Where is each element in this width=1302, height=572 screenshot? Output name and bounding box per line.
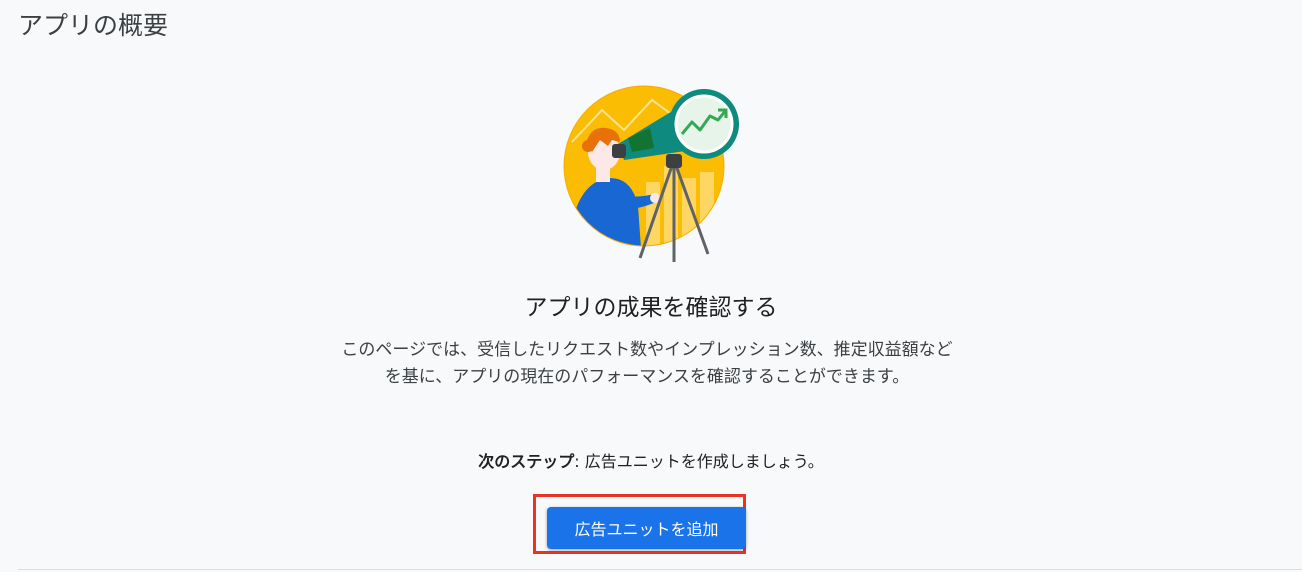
next-step-label: 次のステップ (478, 452, 575, 471)
empty-state-heading: アプリの成果を確認する (524, 295, 778, 321)
app-overview-page: アプリの概要 アプリの成果を確認する このページでは、受信したリクエスト数やイン… (0, 0, 1302, 572)
bottom-divider (18, 569, 1302, 570)
telescope-person-illustration (563, 85, 739, 262)
add-ad-unit-button[interactable]: 広告ユニットを追加 (547, 507, 746, 549)
page-title: アプリの概要 (18, 11, 169, 40)
next-step-text: : 広告ユニットを作成しましょう。 (574, 452, 824, 471)
next-step-message: 次のステップ: 広告ユニットを作成しましょう。 (0, 450, 1302, 474)
empty-state-description: このページでは、受信したリクエスト数やインプレッション数、推定収益額などを基に、… (341, 340, 953, 387)
